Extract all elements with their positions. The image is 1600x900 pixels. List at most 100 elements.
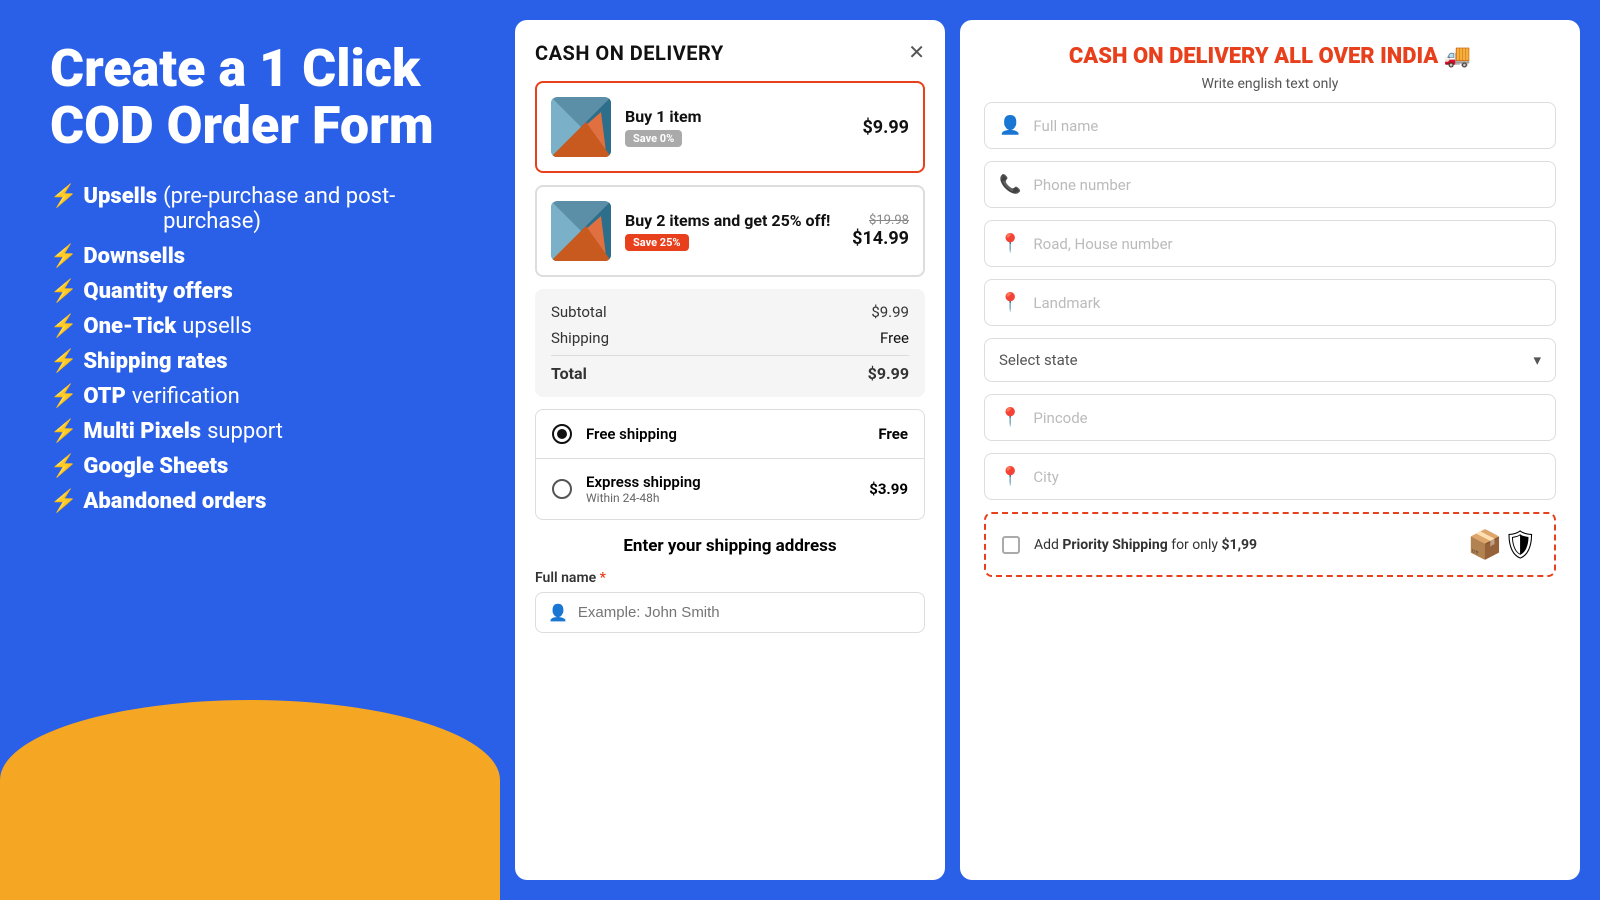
page-title: Create a 1 Click COD Order Form — [50, 40, 460, 154]
radio-button[interactable] — [552, 424, 572, 444]
product-title: Buy 2 items and get 25% off! — [625, 211, 838, 230]
shipping-label: Shipping — [551, 329, 609, 347]
feature-item: ⚡One-Tickupsells — [50, 314, 460, 339]
shipping-price: $3.99 — [869, 480, 908, 498]
priority-shipping-box[interactable]: Add Priority Shipping for only $1,99 📦🛡 — [984, 512, 1556, 577]
cod-header: CASH ON DELIVERY ✕ — [535, 40, 925, 65]
shipping-price: Free — [878, 425, 908, 443]
fullname-input-row[interactable]: 👤 — [535, 592, 925, 633]
product-card[interactable]: Buy 2 items and get 25% off! Save 25% $1… — [535, 185, 925, 277]
form-field[interactable]: 📍 Road, House number — [984, 220, 1556, 267]
feature-item: ⚡Multi Pixelssupport — [50, 419, 460, 444]
bolt-icon: ⚡ — [50, 314, 77, 339]
field-placeholder: Full name — [1033, 117, 1098, 135]
shipping-name: Express shipping — [586, 473, 855, 491]
shipping-option[interactable]: Express shipping Within 24-48h $3.99 — [536, 459, 924, 519]
field-placeholder: Phone number — [1033, 176, 1130, 194]
total-value: $9.99 — [868, 364, 909, 383]
form-field[interactable]: 📍 Landmark — [984, 279, 1556, 326]
save-badge: Save 0% — [625, 130, 682, 147]
feature-item: ⚡Abandoned orders — [50, 489, 460, 514]
required-star: * — [600, 570, 606, 586]
form-field[interactable]: 📍 Pincode — [984, 394, 1556, 441]
right-header: CASH ON DELIVERY ALL OVER INDIA 🚚 Write … — [984, 44, 1556, 92]
shipping-option[interactable]: Free shipping Free — [536, 410, 924, 459]
product-price: $9.99 — [862, 117, 909, 138]
total-label: Total — [551, 364, 587, 383]
field-icon: 👤 — [999, 115, 1021, 136]
shipping-sub: Within 24-48h — [586, 491, 855, 505]
product-info: Buy 1 item Save 0% — [625, 107, 848, 147]
shipping-name: Free shipping — [586, 425, 864, 443]
field-icon: 📍 — [999, 466, 1021, 487]
bolt-icon: ⚡ — [50, 184, 77, 209]
select-state-label: Select state — [999, 351, 1078, 369]
field-icon: 📍 — [999, 407, 1021, 428]
field-icon: 📍 — [999, 292, 1021, 313]
shipping-options: Free shipping Free Express shipping With… — [535, 409, 925, 520]
product-cards: Buy 1 item Save 0% $9.99 Buy 2 items and… — [535, 81, 925, 277]
address-section: Enter your shipping address Full name * … — [535, 536, 925, 633]
bolt-icon: ⚡ — [50, 384, 77, 409]
product-title: Buy 1 item — [625, 107, 848, 126]
left-panel: Create a 1 Click COD Order Form ⚡Upsells… — [0, 0, 500, 900]
product-price: $19.98 $14.99 — [852, 213, 909, 249]
priority-checkbox[interactable] — [1002, 536, 1020, 554]
radio-button[interactable] — [552, 479, 572, 499]
form-field[interactable]: 👤 Full name — [984, 102, 1556, 149]
close-button[interactable]: ✕ — [908, 40, 925, 65]
order-summary: Subtotal $9.99 Shipping Free Total $9.99 — [535, 289, 925, 397]
right-fields-top: 👤 Full name 📞 Phone number 📍 Road, House… — [984, 102, 1556, 326]
feature-item: ⚡Google Sheets — [50, 454, 460, 479]
product-image — [551, 97, 611, 157]
select-state-dropdown[interactable]: Select state ▾ — [984, 338, 1556, 382]
summary-total-row: Total $9.99 — [551, 355, 909, 383]
package-icon: 📦🛡 — [1468, 528, 1538, 561]
feature-list: ⚡Upsells(pre-purchase and post-purchase)… — [50, 184, 460, 514]
bolt-icon: ⚡ — [50, 489, 77, 514]
subtotal-label: Subtotal — [551, 303, 607, 321]
feature-item: ⚡Upsells(pre-purchase and post-purchase) — [50, 184, 460, 234]
shipping-value: Free — [880, 329, 909, 347]
cod-title: CASH ON DELIVERY — [535, 41, 724, 65]
address-heading: Enter your shipping address — [535, 536, 925, 556]
shipping-info: Express shipping Within 24-48h — [586, 473, 855, 505]
field-placeholder: City — [1033, 468, 1058, 486]
form-field[interactable]: 📞 Phone number — [984, 161, 1556, 208]
priority-text: Add Priority Shipping for only $1,99 — [1034, 537, 1454, 553]
current-price: $14.99 — [852, 228, 909, 249]
right-fields-bottom: 📍 Pincode 📍 City — [984, 394, 1556, 500]
bolt-icon: ⚡ — [50, 349, 77, 374]
product-image — [551, 201, 611, 261]
person-icon: 👤 — [548, 603, 568, 622]
bolt-icon: ⚡ — [50, 454, 77, 479]
shipping-options-list: Free shipping Free Express shipping With… — [536, 410, 924, 519]
bolt-icon: ⚡ — [50, 279, 77, 304]
feature-item: ⚡Shipping rates — [50, 349, 460, 374]
bolt-icon: ⚡ — [50, 419, 77, 444]
chevron-down-icon: ▾ — [1533, 351, 1541, 369]
feature-item: ⚡Quantity offers — [50, 279, 460, 304]
field-icon: 📍 — [999, 233, 1021, 254]
product-info: Buy 2 items and get 25% off! Save 25% — [625, 211, 838, 251]
middle-panel: CASH ON DELIVERY ✕ Buy 1 item Save 0% $9… — [515, 20, 945, 880]
original-price: $19.98 — [852, 213, 909, 228]
form-field[interactable]: 📍 City — [984, 453, 1556, 500]
feature-item: ⚡Downsells — [50, 244, 460, 269]
field-placeholder: Landmark — [1033, 294, 1100, 312]
bolt-icon: ⚡ — [50, 244, 77, 269]
field-icon: 📞 — [999, 174, 1021, 195]
right-subtitle: Write english text only — [984, 76, 1556, 92]
save-badge: Save 25% — [625, 234, 689, 251]
fullname-label: Full name * — [535, 570, 925, 586]
field-placeholder: Road, House number — [1033, 235, 1172, 253]
shipping-info: Free shipping — [586, 425, 864, 443]
field-placeholder: Pincode — [1033, 409, 1087, 427]
right-panel: CASH ON DELIVERY ALL OVER INDIA 🚚 Write … — [960, 20, 1580, 880]
subtotal-value: $9.99 — [871, 303, 909, 321]
summary-shipping-row: Shipping Free — [551, 329, 909, 347]
current-price: $9.99 — [862, 117, 909, 138]
right-title: CASH ON DELIVERY ALL OVER INDIA 🚚 — [984, 44, 1556, 70]
fullname-input[interactable] — [578, 604, 912, 621]
product-card[interactable]: Buy 1 item Save 0% $9.99 — [535, 81, 925, 173]
